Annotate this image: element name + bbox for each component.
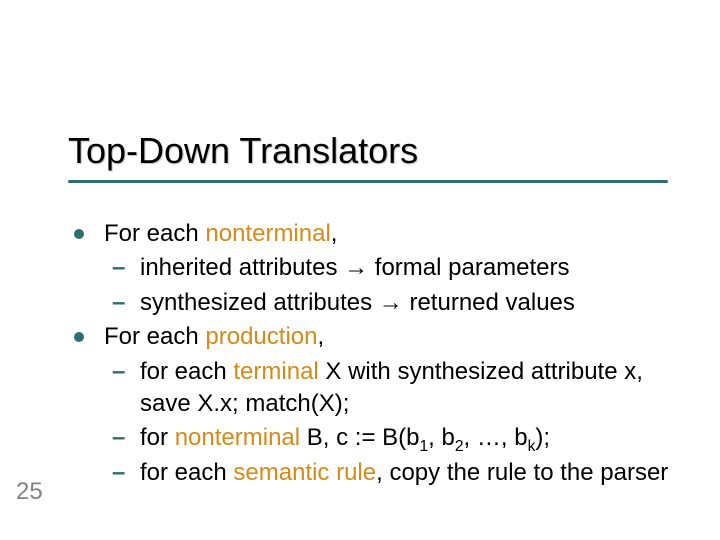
- term-nonterminal-2: nonterminal: [175, 424, 300, 451]
- text: For each: [104, 220, 205, 247]
- term-semantic-rule: semantic rule: [233, 459, 376, 486]
- subscript: 1: [419, 438, 428, 455]
- bullet-2a: – for each terminal X with synthesized a…: [68, 356, 680, 421]
- text: inherited attributes: [140, 254, 344, 281]
- arrow-icon: →: [379, 289, 403, 316]
- text: , copy the rule to the parser: [376, 459, 668, 486]
- bullet-2b: – for nonterminal B, c := B(b1, b2, …, b…: [68, 422, 680, 454]
- title-underline: [68, 180, 668, 183]
- dash-icon: –: [112, 287, 125, 319]
- text: synthesized attributes: [140, 289, 379, 316]
- text: , …, b: [464, 424, 528, 451]
- bullet-1b: – synthesized attributes → returned valu…: [68, 287, 680, 319]
- term-production: production: [205, 323, 317, 350]
- bullet-2c: – for each semantic rule, copy the rule …: [68, 457, 680, 489]
- subscript: 2: [455, 438, 464, 455]
- slide-title: Top-Down Translators: [68, 130, 680, 171]
- bullet-2: For each production,: [68, 321, 680, 353]
- term-terminal: terminal: [233, 358, 318, 385]
- text: returned values: [403, 289, 575, 316]
- content-body: For each nonterminal, – inherited attrib…: [68, 218, 680, 491]
- dash-icon: –: [112, 356, 125, 388]
- bullet-1: For each nonterminal,: [68, 218, 680, 250]
- slide: Top-Down Translators For each nontermina…: [0, 0, 720, 540]
- dash-icon: –: [112, 252, 125, 284]
- dash-icon: –: [112, 422, 125, 454]
- text: ,: [317, 323, 324, 350]
- text: for each: [140, 358, 233, 385]
- bullet-1a: – inherited attributes → formal paramete…: [68, 252, 680, 284]
- text: for each: [140, 459, 233, 486]
- text: , b: [428, 424, 455, 451]
- text: ,: [331, 220, 338, 247]
- text: for: [140, 424, 175, 451]
- text: For each: [104, 323, 205, 350]
- term-nonterminal: nonterminal: [205, 220, 330, 247]
- arrow-icon: →: [344, 254, 368, 281]
- page-number: 25: [16, 478, 43, 506]
- title-block: Top-Down Translators: [68, 130, 680, 179]
- text: formal parameters: [368, 254, 569, 281]
- text: );: [535, 424, 550, 451]
- dash-icon: –: [112, 457, 125, 489]
- text: B, c := B(b: [300, 424, 419, 451]
